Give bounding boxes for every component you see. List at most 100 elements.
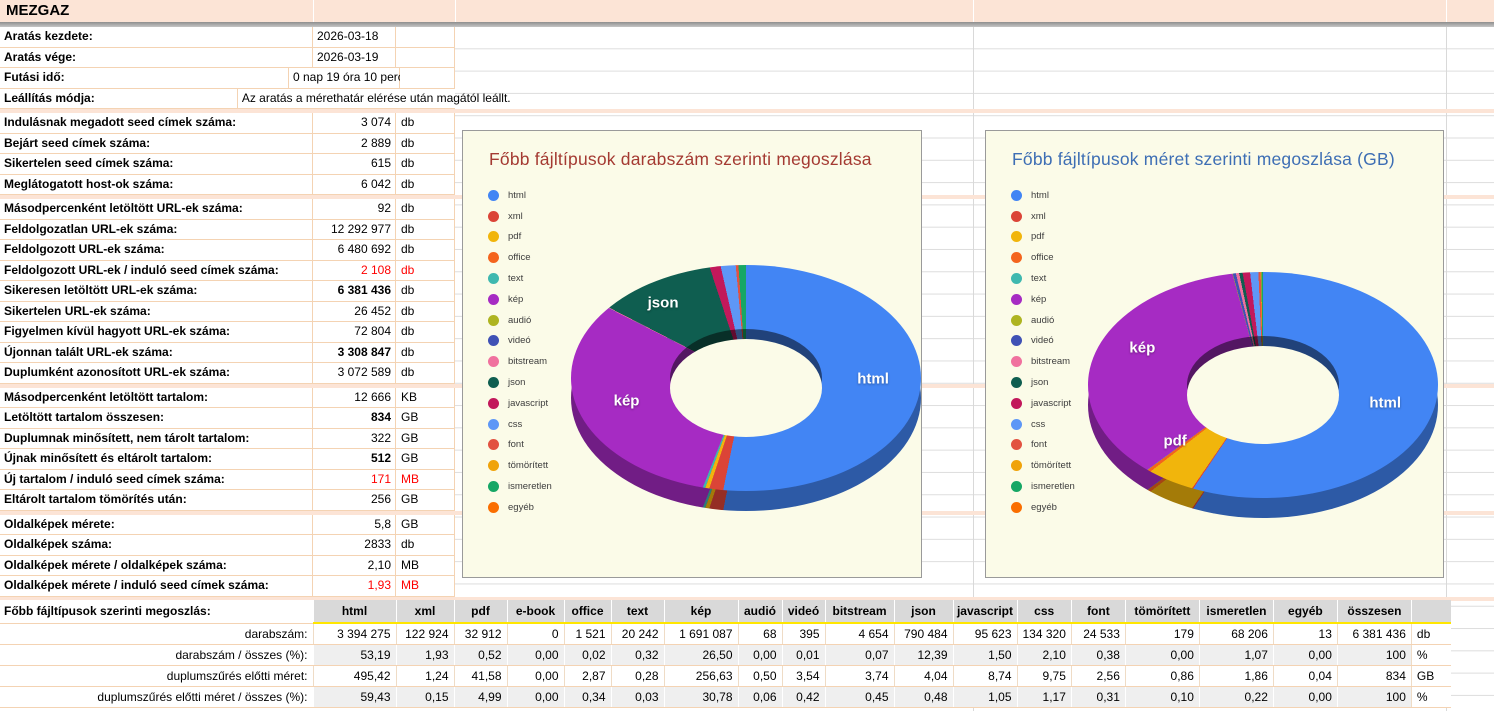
stat-value: 72 804 xyxy=(313,322,396,343)
value-cell: 0,10 xyxy=(1124,686,1200,708)
chart-title: Főbb fájltípusok méret szerinti megoszlá… xyxy=(1012,149,1395,169)
legend-label: javascript xyxy=(1031,397,1072,409)
legend-swatch xyxy=(1011,231,1022,243)
value-cell: 4 654 xyxy=(824,623,894,645)
value-cell: 0,00 xyxy=(506,686,564,708)
stat-value: 12 292 977 xyxy=(313,219,396,240)
column-header: office xyxy=(563,600,611,624)
legend-label: xml xyxy=(1031,210,1046,222)
value-cell: 59,43 xyxy=(312,686,396,708)
stat-row: Újonnan talált URL-ek száma: 3 308 847 db xyxy=(0,342,455,363)
value-cell: 1,24 xyxy=(395,665,454,687)
stat-row: Másodpercenként letöltött tartalom: 12 66… xyxy=(0,387,455,408)
stat-label: Aratás kezdete: xyxy=(0,27,313,48)
stat-label: Indulásnak megadott seed címek száma: xyxy=(0,113,313,134)
stat-label: Oldalképek száma: xyxy=(0,535,313,556)
stat-unit: db xyxy=(396,240,455,261)
stat-label: Másodpercenként letöltött URL-ek száma: xyxy=(0,199,313,220)
value-cell: 2,87 xyxy=(563,665,611,687)
legend-swatch xyxy=(1011,252,1022,264)
legend-label: html xyxy=(508,189,526,201)
stat-unit: GB xyxy=(396,449,455,470)
row-label: duplumszűrés előtti méret: xyxy=(0,665,313,687)
stat-row: Figyelmen kívül hagyott URL-ek száma: 72 … xyxy=(0,322,455,343)
column-header: bitstream xyxy=(824,600,894,624)
stat-value: 26 452 xyxy=(313,301,396,322)
stat-unit xyxy=(400,68,455,89)
legend-label: egyéb xyxy=(1031,501,1057,513)
stat-label: Meglátogatott host-ok száma: xyxy=(0,174,313,195)
legend-label: javascript xyxy=(508,397,549,409)
stat-row: Duplumnak minősített, nem tárolt tartalo… xyxy=(0,428,455,449)
column-header: e-book xyxy=(506,600,564,624)
value-cell: 13 xyxy=(1272,623,1338,645)
value-cell: 53,19 xyxy=(312,644,396,666)
value-cell: 68 206 xyxy=(1198,623,1274,645)
stat-label: Duplumnak minősített, nem tárolt tartalo… xyxy=(0,428,313,449)
value-cell: 1 691 087 xyxy=(663,623,738,645)
stat-unit xyxy=(396,47,455,68)
legend-item: kép xyxy=(488,289,552,310)
stat-row: Indulásnak megadott seed címek száma: 3 0… xyxy=(0,113,455,134)
value-cell: 0,86 xyxy=(1124,665,1200,687)
stat-unit: GB xyxy=(396,408,455,429)
legend-swatch xyxy=(488,335,499,347)
legend-swatch xyxy=(488,231,499,243)
stat-unit: KB xyxy=(396,387,455,408)
stat-value: Az aratás a mérethatár elérése után magá… xyxy=(237,88,511,109)
legend-label: pdf xyxy=(508,231,522,243)
stat-label: Leállítás módja: xyxy=(0,88,238,109)
slice-label: json xyxy=(647,294,679,312)
legend-swatch xyxy=(488,501,499,513)
stat-row: Feldolgozatlan URL-ek száma: 12 292 977 db xyxy=(0,219,455,240)
legend-item: javascript xyxy=(488,393,552,414)
unit-cell: db xyxy=(1410,623,1452,645)
legend-label: ismeretlen xyxy=(508,481,552,493)
stat-unit: db xyxy=(396,535,455,556)
legend-item: videó xyxy=(1011,331,1075,352)
legend-item: tömörített xyxy=(1011,455,1075,476)
legend-swatch xyxy=(488,439,499,451)
value-cell: 0,52 xyxy=(453,644,507,666)
stat-row: Aratás vége: 2026-03-19 xyxy=(0,47,455,68)
slice-label: kép xyxy=(1129,339,1156,357)
unit-cell: GB xyxy=(1410,665,1452,687)
legend-item: bitstream xyxy=(1011,351,1075,372)
legend-item: office xyxy=(488,247,552,268)
legend-label: office xyxy=(508,252,531,264)
value-cell: 3,74 xyxy=(824,665,894,687)
column-header: kép xyxy=(663,600,738,624)
legend-item: egyéb xyxy=(1011,497,1075,518)
donut-hole xyxy=(670,339,822,437)
slice-label: pdf xyxy=(1163,432,1187,450)
stat-row: Meglátogatott host-ok száma: 6 042 db xyxy=(0,174,455,195)
legend-label: audió xyxy=(508,314,532,326)
legend-swatch xyxy=(1011,439,1022,451)
value-cell: 9,75 xyxy=(1016,665,1072,687)
chart-title: Főbb fájltípusok darabszám szerinti mego… xyxy=(489,149,872,169)
stat-row: Feldolgozott URL-ek / induló seed címek … xyxy=(0,260,455,281)
stat-value: 2,10 xyxy=(313,555,396,576)
column-header: css xyxy=(1016,600,1072,624)
stat-value: 2 889 xyxy=(313,133,396,154)
legend-item: ismeretlen xyxy=(488,476,552,497)
legend-swatch xyxy=(488,377,499,389)
stat-unit: db xyxy=(396,154,455,175)
column-header: audió xyxy=(737,600,782,624)
legend-swatch xyxy=(1011,481,1022,493)
legend-item: css xyxy=(488,414,552,435)
legend-label: text xyxy=(1031,273,1047,285)
value-cell: 1,07 xyxy=(1198,644,1274,666)
row-label: duplumszűrés előtti méret / összes (%): xyxy=(0,686,313,708)
stat-label: Futási idő: xyxy=(0,68,289,89)
stat-row: Oldalképek száma: 2833 db xyxy=(0,535,455,556)
stat-row: Új tartalom / induló seed címek száma: 17… xyxy=(0,469,455,490)
stat-unit: MB xyxy=(396,555,455,576)
stat-unit: db xyxy=(396,363,455,384)
table-row: darabszám: 3 394 275 122 924 32 912 0 1 521 20… xyxy=(0,623,1452,645)
stat-label: Eltárolt tartalom tömörítés után: xyxy=(0,490,313,511)
stat-label: Sikertelen URL-ek száma: xyxy=(0,301,313,322)
column-header: text xyxy=(610,600,664,624)
table-row: duplumszűrés előtti méret: 495,42 1,24 41,5… xyxy=(0,665,1452,687)
legend-item: videó xyxy=(488,331,552,352)
